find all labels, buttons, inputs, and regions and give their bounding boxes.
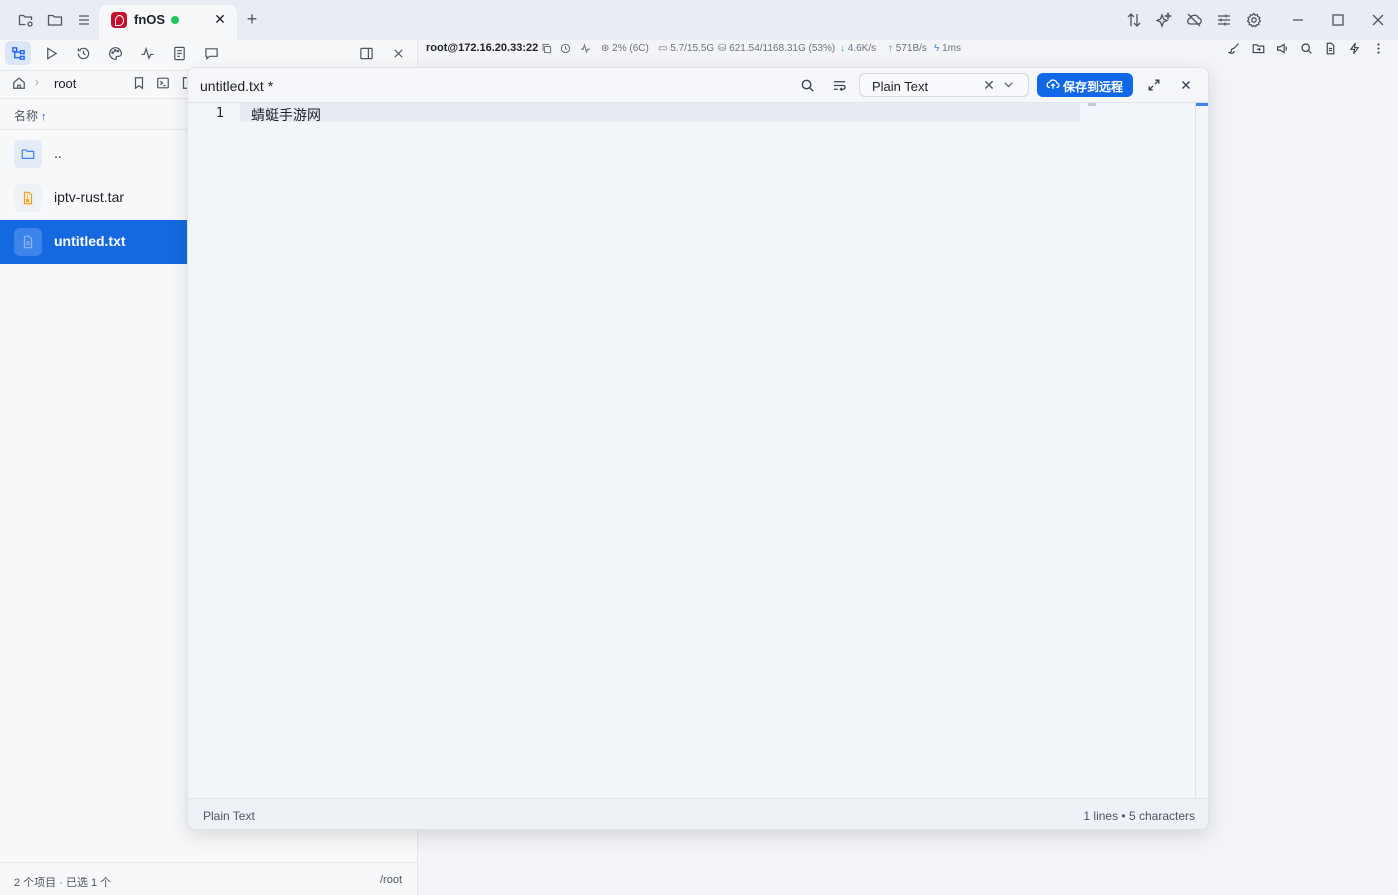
expand-icon[interactable]	[1146, 77, 1162, 93]
text-editor-dialog: untitled.txt * Plain Text ✕ 保存到远程 1 蜻蜓手游…	[187, 67, 1209, 830]
title-bar: fnOS ✕ +	[0, 0, 1398, 40]
footer-stats: 1 lines • 5 characters	[1083, 809, 1195, 823]
fnos-logo-icon	[111, 12, 127, 28]
play-icon[interactable]	[38, 41, 64, 65]
ai-sparkle-icon[interactable]	[1154, 10, 1174, 30]
menu-icon[interactable]	[74, 10, 94, 30]
search-icon[interactable]	[1298, 40, 1314, 56]
word-wrap-icon[interactable]	[831, 77, 847, 93]
disk-usage: ⛁ 621.54/1168.31G (53%)	[718, 43, 836, 54]
vertical-scrollbar[interactable]	[1195, 103, 1208, 798]
file-name: iptv-rust.tar	[54, 189, 125, 205]
broadcast-icon[interactable]	[1274, 40, 1290, 56]
new-tab-icon[interactable]: +	[243, 9, 261, 29]
column-name-header[interactable]: 名称 ↑	[14, 107, 47, 124]
cpu-usage: ⊛ 2% (6C)	[601, 43, 649, 54]
latency: ϟ 1ms	[934, 43, 961, 54]
folder-icon	[14, 140, 42, 168]
tab-title: fnOS	[134, 12, 166, 27]
upload-speed: ↑ 571B/s	[888, 43, 927, 54]
folder-settings-icon[interactable]	[16, 10, 36, 30]
history-icon[interactable]	[70, 41, 96, 65]
file-status-bar: 2 个项目 · 已选 1 个 /root	[0, 862, 418, 895]
more-vertical-icon[interactable]	[1370, 40, 1386, 56]
close-icon[interactable]	[1178, 77, 1194, 93]
panel-toolbar	[0, 40, 418, 68]
minimap[interactable]	[1088, 103, 1096, 106]
download-speed: ↓ 4.6K/s	[840, 43, 877, 54]
editor-text-area[interactable]: 1 蜻蜓手游网	[188, 103, 1208, 798]
cloud-upload-icon	[1046, 77, 1062, 93]
line-content[interactable]: 蜻蜓手游网	[251, 105, 321, 125]
panel-close-icon[interactable]	[385, 41, 411, 65]
archive-file-icon	[14, 184, 42, 212]
clock-icon	[560, 43, 571, 54]
text-file-icon	[14, 228, 42, 256]
line-number: 1	[216, 106, 224, 121]
tab-fnos[interactable]: fnOS ✕	[99, 5, 237, 40]
language-select[interactable]: Plain Text ✕	[859, 73, 1029, 97]
chat-icon[interactable]	[198, 41, 224, 65]
terminal-icon[interactable]	[156, 76, 172, 92]
folder-icon[interactable]	[45, 10, 65, 30]
transfer-icon[interactable]	[1124, 10, 1144, 30]
save-to-remote-button[interactable]: 保存到远程	[1037, 73, 1133, 97]
tab-close-icon[interactable]: ✕	[212, 11, 228, 27]
folder-sync-icon[interactable]	[1250, 40, 1266, 56]
memory-usage: ▭ 5.7/15.5G	[658, 43, 715, 54]
breadcrumb-item-root[interactable]: root	[54, 76, 76, 91]
footer-language: Plain Text	[203, 809, 255, 823]
terminal-status-bar: root@172.16.20.33:22 ⊛ 2% (6C) ▭ 5.7/15.…	[419, 40, 1398, 68]
document-icon[interactable]	[1322, 40, 1338, 56]
activity-icon[interactable]	[134, 41, 160, 65]
brush-icon[interactable]	[1226, 40, 1242, 56]
scrollbar-thumb[interactable]	[1196, 103, 1208, 106]
editor-footer: Plain Text 1 lines • 5 characters	[188, 798, 1208, 829]
cloud-off-icon[interactable]	[1184, 10, 1204, 30]
editor-header: untitled.txt * Plain Text ✕ 保存到远程	[188, 68, 1208, 103]
home-icon[interactable]	[12, 76, 28, 92]
chevron-right-icon: ›	[35, 75, 39, 89]
copy-icon[interactable]	[541, 43, 552, 54]
search-icon[interactable]	[799, 77, 815, 93]
window-close-icon[interactable]	[1368, 10, 1388, 30]
save-button-label: 保存到远程	[1063, 80, 1124, 94]
window-maximize-icon[interactable]	[1328, 10, 1348, 30]
file-tree-icon[interactable]	[5, 41, 31, 65]
host-address: root@172.16.20.33:22	[426, 42, 539, 54]
window-minimize-icon[interactable]	[1288, 10, 1308, 30]
editor-file-title: untitled.txt *	[200, 78, 274, 94]
active-line-highlight	[240, 103, 1080, 122]
language-select-value: Plain Text	[872, 79, 929, 94]
settings-gear-icon[interactable]	[1244, 10, 1264, 30]
file-name: ..	[54, 145, 62, 161]
clear-icon[interactable]: ✕	[982, 77, 996, 93]
connection-status-dot	[171, 16, 179, 24]
current-path: /root	[379, 874, 402, 886]
file-name: untitled.txt	[54, 233, 126, 249]
split-panel-icon[interactable]	[353, 41, 379, 65]
palette-icon[interactable]	[102, 41, 128, 65]
sliders-icon[interactable]	[1214, 10, 1234, 30]
chevron-down-icon[interactable]	[1002, 78, 1016, 92]
notes-icon[interactable]	[166, 41, 192, 65]
bookmark-icon[interactable]	[132, 76, 148, 92]
selection-summary: 2 个项目 · 已选 1 个	[14, 877, 112, 889]
sort-ascending-icon[interactable]: ↑	[41, 111, 47, 123]
lightning-icon[interactable]	[1346, 40, 1362, 56]
activity-icon	[580, 43, 591, 54]
